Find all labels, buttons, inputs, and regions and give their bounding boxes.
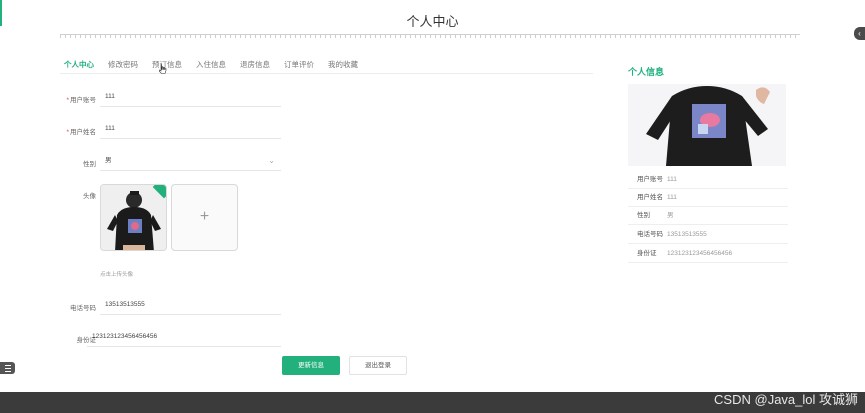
avatar-thumbnail[interactable]	[100, 184, 167, 251]
gender-selected-value: 男	[105, 157, 112, 164]
tabs-divider	[60, 73, 593, 74]
collapse-sidebar-button[interactable]: ‹	[854, 27, 865, 40]
realname-field[interactable]: 111	[100, 123, 281, 139]
update-info-button[interactable]: 更新信息	[282, 356, 340, 375]
tab-my-favorites[interactable]: 我的收藏	[328, 59, 358, 70]
gender-select[interactable]: 男 ⌄	[100, 155, 281, 171]
realname-label: *用户姓名	[66, 129, 96, 136]
tab-checkin-info[interactable]: 入住信息	[196, 59, 226, 70]
profile-photo	[628, 84, 786, 166]
plus-icon: +	[199, 208, 210, 225]
gender-label: 性别	[83, 161, 96, 168]
avatar-upload-hint: 点击上传头像	[100, 272, 134, 278]
username-label: *用户账号	[66, 97, 96, 104]
watermark-text: CSDN @Java_lol 攻诚狮	[714, 392, 858, 407]
info-row-idcard: 身份证 123123123456456456	[628, 245, 788, 263]
phone-field[interactable]: 13513513555	[100, 299, 281, 315]
avatar-image	[101, 185, 166, 250]
avatar-label: 头像	[83, 193, 96, 200]
tab-booking-info[interactable]: 预订信息	[152, 59, 182, 70]
tab-checkout-info[interactable]: 退房信息	[240, 59, 270, 70]
chevron-down-icon: ⌄	[268, 156, 275, 165]
logout-button[interactable]: 退出登录	[349, 356, 407, 375]
tab-change-password[interactable]: 修改密码	[108, 59, 138, 70]
info-row-realname: 用户姓名 111	[628, 189, 788, 207]
profile-info-title: 个人信息	[628, 67, 665, 77]
page-title: 个人中心	[406, 14, 459, 29]
upload-avatar-button[interactable]: +	[171, 184, 238, 251]
profile-photo-image	[628, 84, 786, 166]
mouse-cursor-icon	[159, 64, 167, 74]
info-row-username: 用户账号 111	[628, 171, 788, 189]
idcard-field[interactable]: 123123123456456456	[87, 331, 281, 347]
info-row-phone: 电话号码 13513513555	[628, 226, 788, 244]
info-row-gender: 性别男	[628, 207, 788, 225]
tab-order-review[interactable]: 订单评价	[284, 59, 314, 70]
menu-list-icon[interactable]	[0, 362, 15, 374]
username-field[interactable]: 111	[100, 91, 281, 107]
profile-tabs: 个人中心 修改密码 预订信息 入住信息 退房信息 订单评价 我的收藏	[64, 59, 372, 70]
tab-personal-center[interactable]: 个人中心	[64, 59, 94, 70]
title-divider	[60, 34, 800, 38]
phone-label: 电话号码	[70, 305, 96, 312]
